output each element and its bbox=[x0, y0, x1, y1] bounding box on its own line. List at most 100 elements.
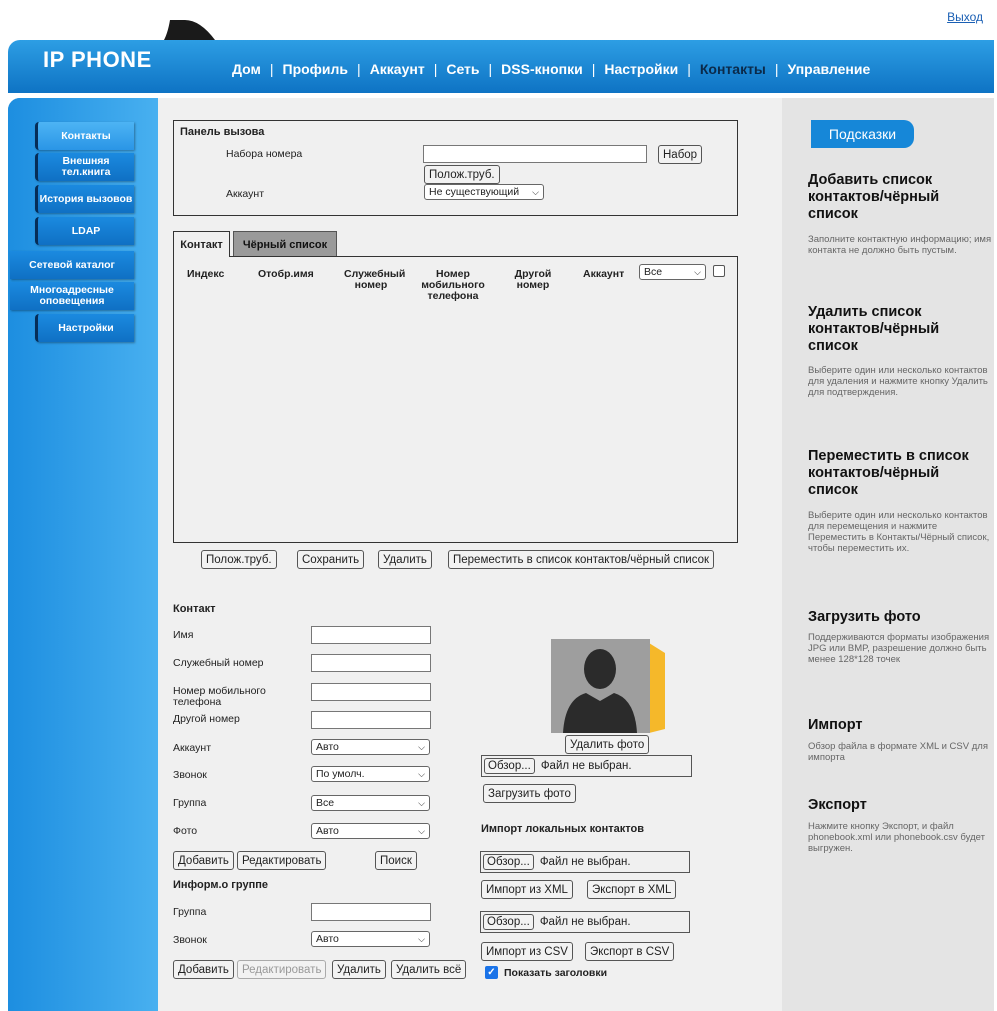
tip-heading-export: Экспорт bbox=[808, 797, 867, 813]
contact-edit-button[interactable]: Редактировать bbox=[237, 851, 327, 870]
group-edit-button[interactable]: Редактировать bbox=[237, 960, 327, 979]
column-account: Аккаунт bbox=[583, 268, 625, 280]
office-number-label: Служебный номер bbox=[173, 657, 264, 669]
nav-home[interactable]: Дом bbox=[232, 61, 261, 77]
name-input[interactable] bbox=[311, 626, 431, 644]
sidebar-item-ldap[interactable]: LDAP bbox=[35, 217, 134, 245]
group-name-label: Группа bbox=[173, 906, 207, 918]
account-value: Авто bbox=[316, 741, 339, 753]
tip-heading-move: Переместить в список контактов/чёрный сп… bbox=[808, 448, 969, 498]
tab-contact[interactable]: Контакт bbox=[173, 231, 230, 257]
mobile-number-label: Номер мобильного телефона bbox=[173, 685, 266, 708]
group-add-button[interactable]: Добавить bbox=[173, 960, 234, 979]
delete-photo-button[interactable]: Удалить фото bbox=[565, 735, 650, 754]
nav-management[interactable]: Управление bbox=[788, 61, 871, 77]
tab-blacklist[interactable]: Чёрный список bbox=[233, 231, 337, 257]
photo-file-status: Файл не выбран. bbox=[540, 760, 632, 772]
nav-network[interactable]: Сеть bbox=[446, 61, 479, 77]
move-to-list-button[interactable]: Переместить в список контактов/чёрный сп… bbox=[448, 550, 715, 569]
export-xml-button[interactable]: Экспорт в XML bbox=[587, 880, 677, 899]
group-name-input[interactable] bbox=[311, 903, 431, 921]
tip-heading-photo: Загрузить фото bbox=[808, 609, 921, 625]
column-display-name: Отобр.имя bbox=[258, 268, 314, 280]
office-number-input[interactable] bbox=[311, 654, 431, 672]
tip-text-export: Нажмите кнопку Экспорт, и файл phonebook… bbox=[808, 821, 985, 854]
ring-label: Звонок bbox=[173, 769, 207, 781]
sidebar-item-multicast[interactable]: Многоадресные оповещения bbox=[10, 282, 134, 310]
nav-profile[interactable]: Профиль bbox=[283, 61, 349, 77]
tip-text-add: Заполните контактную информацию; имя кон… bbox=[808, 234, 992, 256]
table-save-button[interactable]: Сохранить bbox=[297, 550, 365, 569]
nav-account[interactable]: Аккаунт bbox=[370, 61, 425, 77]
tip-heading-delete: Удалить список контактов/чёрный список bbox=[808, 304, 940, 354]
group-form-title: Информ.о группе bbox=[173, 879, 268, 891]
upload-photo-button[interactable]: Загрузить фото bbox=[483, 784, 576, 803]
chevron-down-icon: ⌵ bbox=[418, 797, 425, 808]
group-ring-label: Звонок bbox=[173, 934, 207, 946]
csv-browse-button[interactable]: Обзор... bbox=[483, 914, 534, 930]
contact-add-button[interactable]: Добавить bbox=[173, 851, 234, 870]
export-csv-button[interactable]: Экспорт в CSV bbox=[585, 942, 675, 961]
group-ring-select[interactable]: Авто ⌵ bbox=[311, 931, 430, 947]
group-label: Группа bbox=[173, 797, 207, 809]
dial-number-input[interactable] bbox=[423, 145, 647, 163]
nav-dss-keys[interactable]: DSS-кнопки bbox=[501, 61, 583, 77]
account-filter-select[interactable]: Все ⌵ bbox=[639, 264, 706, 280]
sidebar-item-remote-phonebook[interactable]: Внешняя тел.книга bbox=[35, 153, 134, 181]
ring-select[interactable]: По умолч. ⌵ bbox=[311, 766, 430, 782]
select-all-checkbox[interactable] bbox=[713, 265, 725, 277]
account-select[interactable]: Авто ⌵ bbox=[311, 739, 430, 755]
name-label: Имя bbox=[173, 629, 194, 641]
photo-label: Фото bbox=[173, 825, 198, 837]
tip-text-photo: Поддерживаются форматы изображения JPG и… bbox=[808, 632, 990, 665]
sidebar-item-call-history[interactable]: История вызовов bbox=[35, 185, 134, 213]
other-number-label: Другой номер bbox=[173, 713, 240, 725]
dial-button[interactable]: Набор bbox=[658, 145, 703, 164]
ring-value: По умолч. bbox=[316, 768, 365, 780]
nav-settings[interactable]: Настройки bbox=[604, 61, 678, 77]
column-other-number: Другой номер bbox=[514, 268, 552, 291]
xml-file-picker[interactable]: Обзор... Файл не выбран. bbox=[480, 851, 690, 873]
column-office-number: Служебный номер bbox=[344, 268, 406, 291]
nav-contacts[interactable]: Контакты bbox=[700, 61, 766, 77]
dial-account-select[interactable]: Не существующий ⌵ bbox=[424, 184, 544, 200]
sidebar-item-contacts[interactable]: Контакты bbox=[35, 122, 134, 150]
tip-text-move: Выберите один или несколько контактов дл… bbox=[808, 510, 990, 554]
table-delete-button[interactable]: Удалить bbox=[378, 550, 432, 569]
group-select[interactable]: Все ⌵ bbox=[311, 795, 430, 811]
column-mobile-number: Номер мобильного телефона bbox=[421, 268, 485, 302]
chevron-down-icon: ⌵ bbox=[532, 186, 539, 197]
xml-file-status: Файл не выбран. bbox=[539, 856, 631, 868]
dial-number-label: Набора номера bbox=[226, 148, 303, 160]
import-csv-button[interactable]: Импорт из CSV bbox=[481, 942, 573, 961]
chevron-down-icon: ⌵ bbox=[418, 768, 425, 779]
group-delete-button[interactable]: Удалить bbox=[332, 960, 386, 979]
sidebar-item-settings[interactable]: Настройки bbox=[35, 314, 134, 342]
import-title: Импорт локальных контактов bbox=[481, 823, 645, 835]
chevron-down-icon: ⌵ bbox=[694, 266, 701, 277]
photo-file-picker[interactable]: Обзор... Файл не выбран. bbox=[481, 755, 692, 777]
contact-form-title: Контакт bbox=[173, 603, 216, 615]
csv-file-status: Файл не выбран. bbox=[539, 916, 631, 928]
contact-search-button[interactable]: Поиск bbox=[375, 851, 417, 870]
chevron-down-icon: ⌵ bbox=[418, 825, 425, 836]
show-headers-checkbox[interactable]: ✓ bbox=[485, 966, 498, 979]
table-hangup-button[interactable]: Полож.труб. bbox=[201, 550, 277, 569]
xml-browse-button[interactable]: Обзор... bbox=[483, 854, 534, 870]
photo-browse-button[interactable]: Обзор... bbox=[484, 758, 535, 774]
mobile-number-input[interactable] bbox=[311, 683, 431, 701]
import-xml-button[interactable]: Импорт из XML bbox=[481, 880, 573, 899]
dial-hangup-button[interactable]: Полож.труб. bbox=[424, 165, 500, 184]
chevron-down-icon: ⌵ bbox=[418, 933, 425, 944]
tips-title: Подсказки bbox=[811, 120, 914, 148]
csv-file-picker[interactable]: Обзор... Файл не выбран. bbox=[480, 911, 690, 933]
group-delete-all-button[interactable]: Удалить всё bbox=[391, 960, 467, 979]
other-number-input[interactable] bbox=[311, 711, 431, 729]
account-label: Аккаунт bbox=[173, 742, 212, 754]
sidebar-item-network-directory[interactable]: Сетевой каталог bbox=[10, 251, 134, 279]
account-filter-value: Все bbox=[644, 266, 663, 278]
column-index: Индекс bbox=[187, 268, 225, 280]
photo-select[interactable]: Авто ⌵ bbox=[311, 823, 430, 839]
photo-value: Авто bbox=[316, 825, 339, 837]
show-headers-label: Показать заголовки bbox=[504, 967, 608, 979]
